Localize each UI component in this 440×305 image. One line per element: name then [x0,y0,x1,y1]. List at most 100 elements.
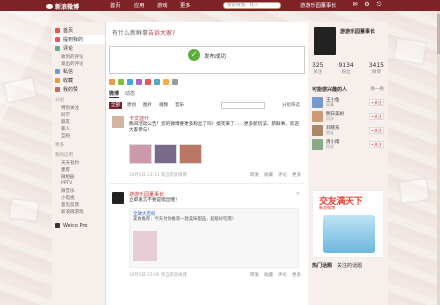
repost-button[interactable]: 转发 [250,172,259,178]
post-author[interactable]: 卡文迪什 [129,115,149,122]
image-icon[interactable] [118,79,124,85]
person-desc: 朋友 [326,130,334,135]
app-item[interactable]: 意见反馈 [52,201,105,208]
comment-button[interactable]: 评论 [278,172,287,178]
location-icon[interactable] [163,79,169,85]
post-image[interactable] [154,144,177,164]
avatar[interactable] [312,139,323,150]
follow-button[interactable]: +关注 [368,141,384,148]
follow-button[interactable]: +关注 [368,127,384,134]
avatar[interactable] [312,111,323,122]
post-time[interactable]: 10月5日 23:06 来自新浪微博 [129,272,187,278]
post-image[interactable] [129,144,152,164]
post-author[interactable]: 游游乐园董事长 [129,191,164,198]
feed-search-input[interactable] [221,102,265,109]
feed-post: 卡文迪什 晚间活动公告！您的微博要更多粉丝了吗！搞笑来了……更多新玩法、新鲜事，… [109,114,305,184]
group-item[interactable]: 同学 [52,111,105,118]
stat-followers[interactable]: 9134 粉丝 [338,62,353,75]
suggested-person: 周小雨 同学 +关注 [312,138,384,151]
profile-name[interactable]: 游游乐园董事长 [340,28,375,35]
main-feed: 有什么新鲜事告诉大家? ✓ 发布成功 微博 动态 全部 原创 图片 视频 音乐 … [106,22,308,305]
search-input[interactable]: 搜索微博、找人 [223,2,281,9]
repost-image[interactable] [133,231,157,261]
repost-text: 美食推荐：今天为你推荐一款美味甜品，超级好吃哦！ [133,217,237,222]
group-item[interactable]: 特别关注 [52,104,105,111]
group-item[interactable]: 朋友 [52,118,105,125]
sidebar-item-home[interactable]: 首页 [52,26,105,35]
tab-activity[interactable]: 动态 [125,90,135,98]
app-item[interactable]: 微相册 [52,173,105,180]
weibo-logo[interactable]: 新浪微博 [46,2,79,11]
gear-icon[interactable]: ⚙ [364,2,370,8]
may-know-heading: 可能感兴趣的人 [312,87,348,93]
tab-hot-topics[interactable]: 热门话题 [312,262,332,269]
ad-image [323,215,375,253]
repost-button[interactable]: 转发 [250,272,259,278]
message-icon[interactable]: ✉ [352,2,358,8]
more-button[interactable]: 更多 [292,272,301,278]
tab-followed-topics[interactable]: 关注的话题 [337,262,362,269]
more-button[interactable]: 更多 [292,172,301,178]
suggested-person: 明日美树 同学 +关注 [312,110,384,123]
weico-pro-link[interactable]: Weico Pro [52,221,105,230]
app-item[interactable]: 墨客 [52,166,105,173]
avatar[interactable] [112,116,124,128]
stat-posts[interactable]: 3415 微博 [369,62,384,75]
app-item[interactable]: 微音乐 [52,187,105,194]
logout-icon[interactable]: ⎋ [376,2,382,8]
avatar[interactable] [112,192,124,204]
close-icon[interactable]: × [296,191,300,197]
sidebar-item-likes[interactable]: 我的赞 [52,85,105,94]
follow-button[interactable]: +关注 [368,113,384,120]
sidebar-item-comments[interactable]: 评论 [52,44,105,53]
favorite-button[interactable]: 收藏 [264,272,273,278]
star-icon [55,78,60,83]
sidebar-item-favorites[interactable]: 收藏 [52,76,105,85]
video-icon[interactable] [127,79,133,85]
ad-banner[interactable]: 交友满天下 新浪微博 [312,190,384,258]
profile-avatar[interactable] [314,27,336,55]
filter-images[interactable]: 图片 [141,102,154,109]
user-name-link[interactable]: 游游乐园董事长 [300,2,336,9]
comment-button[interactable]: 评论 [278,272,287,278]
group-item[interactable]: 家人 [52,125,105,132]
music-icon[interactable] [136,79,142,85]
suggested-person: 刘晓东 朋友 +关注 [312,124,384,137]
app-item[interactable]: 小电视 [52,194,105,201]
avatar[interactable] [312,125,323,136]
section-more[interactable]: 更多 [52,139,105,149]
avatar[interactable] [312,97,323,108]
nav-games[interactable]: 游戏 [157,2,167,9]
sidebar-item-messages[interactable]: 私信 [52,67,105,76]
app-item[interactable]: 天天有约 [52,159,105,166]
tab-weibo[interactable]: 微博 [109,90,120,98]
nav-home[interactable]: 首页 [110,2,120,9]
nav-apps[interactable]: 应用 [134,2,144,9]
favorite-button[interactable]: 收藏 [264,172,273,178]
filter-all[interactable]: 全部 [109,102,122,109]
filter-music[interactable]: 音乐 [173,102,186,109]
left-sidebar: 首页 提到我的 评论 收到的评论 发出的评论 私信 收藏 我的赞 分组 特别关注… [52,22,106,305]
topic-icon[interactable] [145,79,151,85]
follow-button[interactable]: +关注 [368,99,384,106]
nav-more[interactable]: 更多 [180,2,190,9]
more-tools-icon[interactable] [172,79,178,85]
sidebar-subitem[interactable]: 发出的评论 [52,60,105,67]
ad-subtitle: 新浪微博 [319,205,335,210]
stat-following[interactable]: 325 关注 [312,62,323,75]
group-item[interactable]: 互粉 [52,132,105,139]
sidebar-item-mentions[interactable]: 提到我的 [52,35,105,44]
app-item[interactable]: PPTV [52,180,105,187]
post-time[interactable]: 10月5日 23:11 来自新浪微博 [129,172,187,178]
group-filter[interactable]: 分组筛选 [280,102,302,109]
post-prompt: 有什么新鲜事告诉大家? [112,30,176,37]
sidebar-subitem[interactable]: 收到的评论 [52,53,105,60]
vote-icon[interactable] [154,79,160,85]
filter-videos[interactable]: 视频 [157,102,170,109]
app-item[interactable]: 新浪微游戏 [52,208,105,215]
post-image[interactable] [179,144,202,164]
filter-original[interactable]: 原创 [125,102,138,109]
person-desc: 同事 [326,102,334,107]
change-link[interactable]: 换一换 [371,86,385,92]
emoji-icon[interactable] [109,79,115,85]
